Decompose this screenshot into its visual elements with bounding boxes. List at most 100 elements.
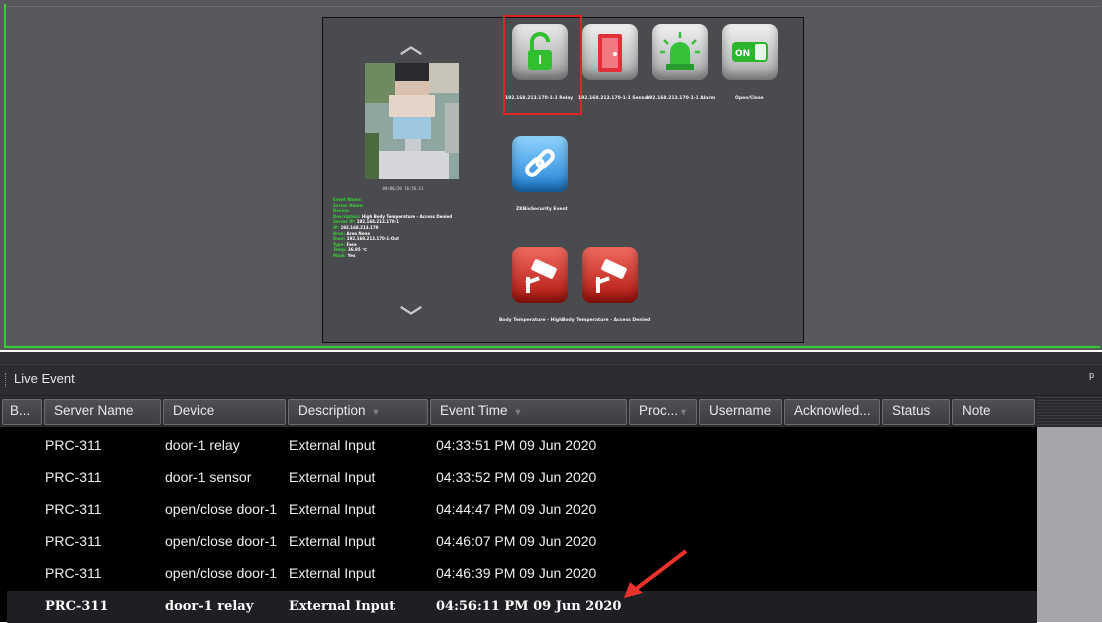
col-header-label: B... [10,403,31,418]
col-header-label: Server Name [54,403,134,418]
detail-value: 36.95 ℃ [347,247,367,253]
table-row-selected[interactable]: PRC-311 door-1 relay External Input 04:5… [7,591,1037,623]
col-header-status[interactable]: Status [882,399,950,425]
table-row[interactable]: PRC-311 open/close door-1 External Input… [7,557,1037,589]
detail-value: High Body Temperature - Access Denied [361,213,453,219]
col-header-label: Acknowled... [794,403,871,418]
viewer-left-border [4,4,6,348]
col-header-note[interactable]: Note [952,399,1035,425]
cell-device: open/close door-1 [165,533,278,549]
tile-label-open-close: Open/Close [735,96,764,101]
cell-server: PRC-311 [45,565,102,581]
cell-server: PRC-311 [45,501,102,517]
on-switch-icon: ON [732,42,768,62]
sort-down-icon: ▼ [679,407,688,417]
on-switch-text: ON [735,49,750,59]
col-header-label: Device [173,403,215,418]
scroll-up-icon[interactable]: ︿ [400,28,422,60]
viewer-top-edge [4,6,1100,7]
col-header-acknowledged[interactable]: Acknowled... [784,399,880,425]
tile-label-alarm: 192.168.213.170-1-1 Alarm [646,96,716,101]
live-event-title: Live Event [14,371,75,386]
detail-value: Face [346,241,357,247]
body-temp-high-tile[interactable] [512,247,568,303]
detail-value: 192.168.213.170-1 [356,219,400,225]
table-row[interactable]: PRC-311 open/close door-1 External Input… [7,525,1037,557]
detail-key: Event Name: [333,197,362,202]
detail-key: Temp: [333,247,347,253]
col-header-device[interactable]: Device [163,399,286,425]
pin-icon[interactable]: ᵖ [1089,369,1094,384]
detail-value: Area None [346,230,371,236]
header-filler [1037,397,1102,427]
open-close-tile[interactable]: ON [722,24,778,80]
alarm-tile[interactable] [652,24,708,80]
captured-face-photo [365,63,459,179]
table-row[interactable]: PRC-311 door-1 relay External Input 04:3… [7,429,1037,461]
col-header-label: Description [298,403,366,418]
body-temp-denied-tile[interactable] [582,247,638,303]
cell-time: 04:46:07 PM 09 Jun 2020 [436,533,597,549]
col-header-server-name[interactable]: Server Name [44,399,161,425]
tile-label-temp-denied: Body Temperature - Access Denied [562,318,651,323]
table-row[interactable]: PRC-311 open/close door-1 External Input… [7,493,1037,525]
col-header-label: Proc... [639,403,679,418]
camera-icon [595,259,627,293]
cell-server: PRC-311 [45,599,109,614]
tile-label-zkbio: ZKBioSecurity Event [516,207,568,212]
cell-server: PRC-311 [45,533,102,549]
detail-value: 192.168.213.170 [340,224,379,230]
sensor-tile[interactable] [582,24,638,80]
col-header-label: Note [962,403,991,418]
detail-key: Device: [333,208,350,214]
cell-description: External Input [289,469,376,485]
cell-time: 04:33:51 PM 09 Jun 2020 [436,437,597,453]
capture-timestamp: 09/06/20 16:56:11 [382,186,424,191]
table-empty-area [1037,397,1102,622]
detail-key: Mask: [333,252,347,258]
cell-device: door-1 relay [165,599,254,614]
cell-time: 04:33:52 PM 09 Jun 2020 [436,469,597,485]
event-table-body: PRC-311 door-1 relay External Input 04:3… [0,427,1037,623]
cell-device: open/close door-1 [165,565,278,581]
cell-time: 04:46:39 PM 09 Jun 2020 [436,565,597,581]
cell-description: External Input [289,565,376,581]
scroll-down-icon[interactable]: ﹀ [400,300,422,332]
door-icon [598,34,622,72]
cell-device: door-1 relay [165,437,240,453]
detail-row: Mask: Yes [333,253,483,259]
col-header-username[interactable]: Username [699,399,782,425]
detail-key: Description: [333,213,361,219]
cell-time: 04:44:47 PM 09 Jun 2020 [436,501,597,517]
viewer-bottom-border [4,346,1100,348]
cell-device: door-1 sensor [165,469,252,485]
cell-description: External Input [289,437,376,453]
siren-icon [660,32,700,70]
col-header-proc[interactable]: Proc...▼ [629,399,697,425]
table-row[interactable]: PRC-311 door-1 sensor External Input 04:… [7,461,1037,493]
sort-down-icon: ▼ [513,407,523,417]
zkbio-event-tile[interactable] [512,136,568,192]
col-header-event-time[interactable]: Event Time ▼ [430,399,627,425]
detail-key: IP: [333,224,340,230]
col-header-description[interactable]: Description ▼ [288,399,428,425]
event-details-list: Event Name: Server Name: Device: Descrip… [333,197,483,259]
col-header-b[interactable]: B... [2,399,42,425]
tile-label-relay: 192.168.213.170-1-1 Relay [505,96,574,101]
sort-down-icon: ▼ [371,407,381,417]
detail-key: Type: [333,241,346,247]
cell-description: External Input [289,599,396,614]
drag-grip[interactable] [5,373,8,387]
cell-server: PRC-311 [45,469,102,485]
detail-value: 192.168.213.170-1-Out [346,236,400,242]
col-header-label: Event Time [440,403,508,418]
detail-key: Door: [333,236,346,242]
tile-label-sensor: 192.168.213.170-1-1 Sensor [578,96,650,101]
camera-icon [525,259,557,293]
detail-key: Server Name: [333,202,364,208]
tile-label-temp-high: Body Temperature - High [499,318,563,323]
cell-server: PRC-311 [45,437,102,453]
cell-description: External Input [289,501,376,517]
detail-key: Area: [333,230,346,236]
live-event-header: Live Event ᵖ [0,364,1102,396]
